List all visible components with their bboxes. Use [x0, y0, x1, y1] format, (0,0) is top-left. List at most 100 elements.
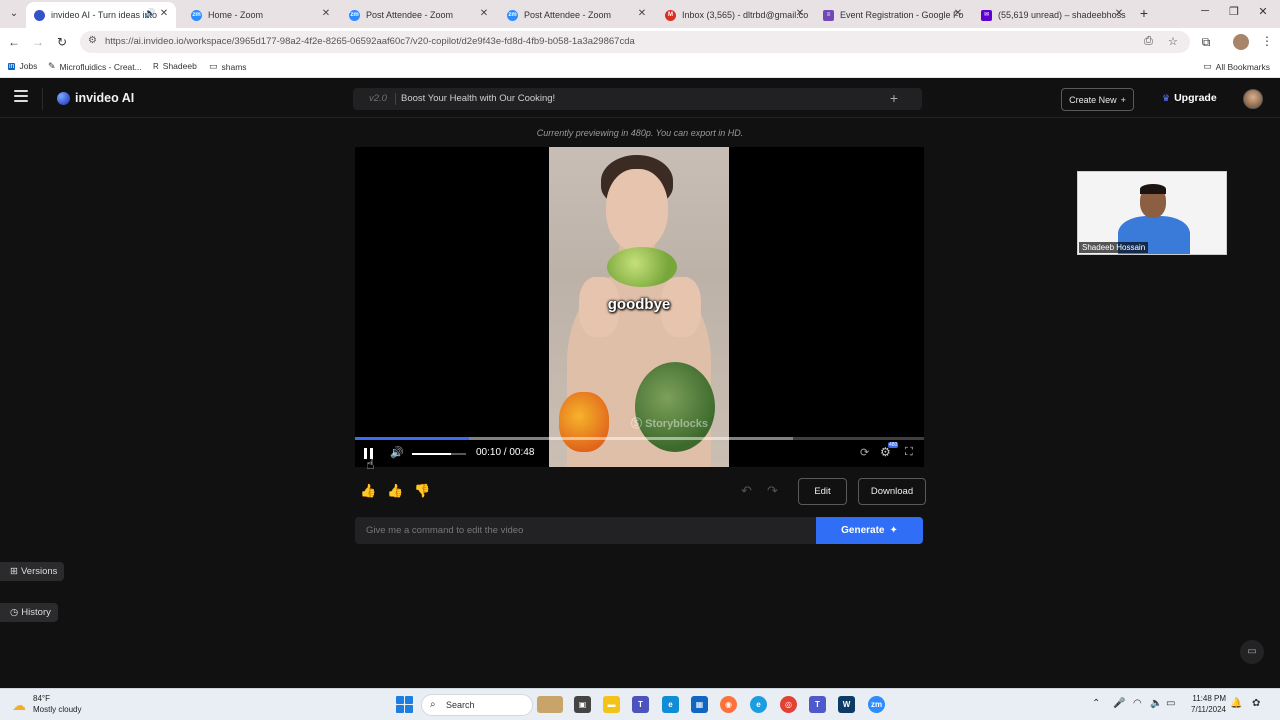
versions-button[interactable]: ⊞ Versions [0, 562, 65, 581]
bookmarks-bar: in Jobs ✎ Microfluidics - Creat... R Sha… [0, 56, 1280, 78]
hamburger-menu-icon[interactable] [14, 90, 28, 102]
create-new-button[interactable]: Create New + [1061, 88, 1134, 111]
tab-close-icon[interactable]: ✕ [952, 8, 964, 19]
search-icon: ⌕ [430, 699, 436, 710]
teams-icon[interactable]: T [632, 696, 649, 713]
undo-icon[interactable]: ↶ [741, 483, 752, 499]
bookmark-microfluidics[interactable]: ✎ Microfluidics - Creat... [48, 61, 142, 72]
store-icon[interactable]: ▦ [691, 696, 708, 713]
tab-google-forms[interactable]: ≡ Event Registration - Google Fo ✕ [815, 2, 970, 28]
windows-taskbar: ☁ 84°F Mostly cloudy ⌕ Search ▣ ▬ T e ▦ … [0, 688, 1280, 720]
thumbs-down-icon[interactable]: 👎 [414, 483, 430, 499]
audio-playing-icon[interactable]: 🔊 [145, 8, 156, 19]
edge-dev-icon[interactable]: e [662, 696, 679, 713]
volume-slider[interactable] [412, 453, 466, 455]
tab-zoom-post-attendee-2[interactable]: zm Post Attendee - Zoom ✕ [499, 2, 654, 28]
restore-icon[interactable]: ❐ [1226, 5, 1242, 18]
tab-zoom-post-attendee-1[interactable]: zm Post Attendee - Zoom ✕ [341, 2, 496, 28]
word-app-icon[interactable]: W [838, 696, 855, 713]
weather-description[interactable]: Mostly cloudy [33, 705, 81, 714]
tab-zoom-home[interactable]: zm Home - Zoom ✕ [183, 2, 338, 28]
user-avatar[interactable] [1243, 89, 1263, 109]
invideo-logo-icon [57, 92, 70, 105]
video-lettuce [607, 247, 677, 287]
player-controls: 🔊 00:10 / 00:48 ⟳ ⚙ 480 ⛶ [355, 442, 924, 465]
loop-icon[interactable]: ⟳ [860, 446, 869, 459]
edit-button[interactable]: Edit [798, 478, 847, 505]
url-bar[interactable]: ⚙ https://ai.invideo.io/workspace/3965d1… [80, 31, 1190, 53]
chrome-icon[interactable]: ◎ [780, 696, 797, 713]
tab-gmail-inbox[interactable]: M Inbox (3,565) - dltrbd@gmail.co ✕ [657, 2, 812, 28]
install-app-icon[interactable]: ⎙ [1144, 35, 1153, 48]
tab-label: Event Registration - Google Fo [840, 10, 964, 20]
redo-icon[interactable]: ↷ [767, 483, 778, 499]
browser-menu-icon[interactable]: ⋮ [1261, 34, 1273, 48]
video-action-row: 👍 👍 👎 ↶ ↷ Edit Download [355, 478, 926, 506]
clock-time[interactable]: 11:48 PM [1192, 694, 1226, 703]
tab-close-icon[interactable]: ✕ [320, 8, 332, 19]
bookmark-shadeeb[interactable]: R Shadeeb [153, 61, 197, 71]
zoom-participant-tile[interactable]: Shadeeb Hossain [1077, 171, 1227, 255]
tab-close-icon[interactable]: ✕ [1113, 8, 1125, 19]
tab-yahoo-mail[interactable]: ✉ (55,619 unread) – shadeebhoss ✕ [973, 2, 1131, 28]
project-title-bar[interactable]: v2.0 Boost Your Health with Our Cooking!… [353, 88, 922, 110]
weather-temperature[interactable]: 84°F [33, 694, 50, 703]
volume-icon[interactable]: 🔊 [390, 446, 404, 459]
back-arrow-icon[interactable]: ← [6, 34, 22, 50]
taskbar-widget-icon[interactable] [537, 696, 563, 713]
bookmark-star-icon[interactable]: ☆ [1168, 35, 1178, 48]
extensions-puzzle-icon[interactable]: ⧉ [1198, 34, 1214, 50]
all-bookmarks[interactable]: ▭ All Bookmarks [1203, 61, 1270, 72]
tab-close-icon[interactable]: ✕ [794, 8, 806, 19]
history-button[interactable]: ◷ History [0, 603, 58, 622]
task-view-icon[interactable]: ▣ [574, 696, 591, 713]
yahoo-mail-favicon: ✉ [981, 9, 992, 21]
reload-icon[interactable]: ↻ [54, 34, 70, 50]
clock-date[interactable]: 7/11/2024 [1178, 705, 1226, 714]
firefox-icon[interactable]: ◉ [720, 696, 737, 713]
fullscreen-icon[interactable]: ⛶ [905, 446, 913, 459]
plus-icon: + [1120, 94, 1126, 105]
video-progress-bar[interactable] [355, 437, 924, 440]
speaker-icon[interactable]: 🔈 [1150, 698, 1162, 709]
bookmark-jobs[interactable]: in Jobs [8, 61, 37, 71]
upgrade-button[interactable]: ♛ Upgrade [1162, 92, 1217, 104]
double-thumbs-up-icon[interactable]: 👍 [360, 483, 376, 499]
generate-button[interactable]: Generate ✦ [816, 517, 923, 544]
windows-start-icon[interactable] [396, 696, 413, 713]
brand-name[interactable]: invideo AI [75, 91, 134, 105]
edge-icon[interactable]: e [750, 696, 767, 713]
tab-invideo[interactable]: invideo AI - Turn ideas into 🔊 ✕ [26, 2, 176, 28]
window-close-icon[interactable]: ✕ [1255, 5, 1271, 18]
show-hidden-icons[interactable]: ⌃ [1092, 698, 1100, 709]
minimize-icon[interactable]: ─ [1197, 5, 1213, 17]
teams-work-icon[interactable]: T [809, 696, 826, 713]
video-player[interactable]: Ⓢ Storyblocks goodbye 🔊 00:10 / 00:48 ⟳ … [355, 147, 924, 467]
battery-icon[interactable]: ▭ [1166, 698, 1175, 709]
chat-support-icon[interactable]: ▭ [1240, 640, 1264, 664]
new-tab-icon[interactable]: + [1137, 5, 1151, 21]
tab-close-icon[interactable]: ✕ [636, 8, 648, 19]
edit-label: Edit [814, 486, 831, 497]
taskbar-search[interactable]: ⌕ Search [421, 694, 533, 716]
download-button[interactable]: Download [858, 478, 926, 505]
command-input[interactable] [355, 517, 817, 544]
copilot-icon[interactable]: ✿ [1252, 698, 1260, 709]
notification-bell-icon[interactable]: 🔔 [1230, 698, 1242, 709]
wifi-icon[interactable]: ◠ [1133, 698, 1142, 709]
tab-search-chevron-icon[interactable]: ⌄ [5, 5, 23, 23]
microphone-icon[interactable]: 🎤 [1113, 698, 1125, 709]
url-text[interactable]: https://ai.invideo.io/workspace/3965d177… [105, 36, 635, 47]
plus-icon[interactable]: + [890, 90, 898, 106]
thumbs-up-icon[interactable]: 👍 [387, 483, 403, 499]
tab-close-icon[interactable]: ✕ [478, 8, 490, 19]
tab-close-icon[interactable]: ✕ [158, 8, 170, 19]
site-info-icon[interactable]: ⚙ [88, 35, 97, 46]
zoom-app-icon[interactable]: zm [868, 696, 885, 713]
weather-cloud-icon[interactable]: ☁ [12, 697, 26, 714]
forward-arrow-icon[interactable]: → [30, 34, 46, 50]
volume-slider-fill [412, 453, 451, 455]
bookmark-shams[interactable]: ▭ shams [209, 61, 247, 72]
browser-profile-avatar[interactable] [1233, 34, 1249, 50]
file-explorer-icon[interactable]: ▬ [603, 696, 620, 713]
